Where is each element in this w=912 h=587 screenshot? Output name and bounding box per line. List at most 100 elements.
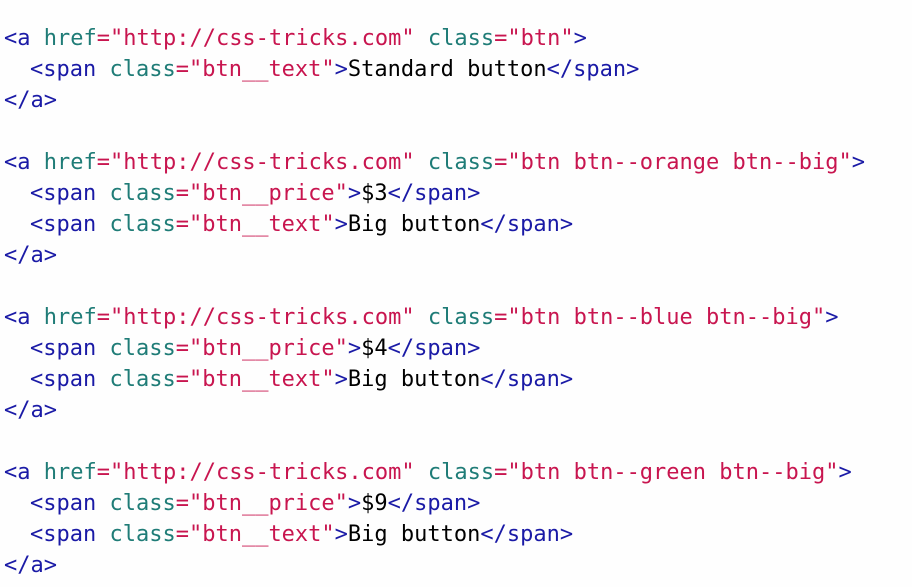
tag-close: </span> bbox=[480, 212, 574, 237]
tag-close: </span> bbox=[546, 57, 640, 82]
code-line: <span class="btn__text">Big button</span… bbox=[4, 364, 912, 395]
tag-open: <a bbox=[4, 26, 31, 51]
attribute-name: href bbox=[43, 460, 97, 485]
equals-sign: = bbox=[175, 212, 189, 237]
tag-close: </span> bbox=[387, 336, 481, 361]
attribute-name: class bbox=[109, 367, 176, 392]
attribute-name: class bbox=[109, 181, 176, 206]
attribute-name: class bbox=[109, 491, 176, 516]
text-content: $4 bbox=[361, 336, 388, 361]
tag-bracket: > bbox=[838, 460, 852, 485]
attribute-name: class bbox=[427, 305, 495, 330]
equals-sign: = bbox=[96, 150, 110, 175]
code-line: </a> bbox=[4, 240, 912, 271]
tag-open: <a bbox=[4, 460, 31, 485]
tag-close: </a> bbox=[4, 553, 57, 578]
code-line: </a> bbox=[4, 550, 912, 581]
code-line: <span class="btn__price">$9</span> bbox=[4, 488, 912, 519]
code-view: <a href="http://css-tricks.com" class="b… bbox=[0, 0, 912, 587]
text-content: $9 bbox=[361, 491, 388, 516]
code-line: <span class="btn__price">$4</span> bbox=[4, 333, 912, 364]
code-line: <a href="http://css-tricks.com" class="b… bbox=[4, 457, 912, 488]
equals-sign: = bbox=[175, 336, 189, 361]
tag-bracket: > bbox=[334, 57, 348, 82]
tag-open: <span bbox=[30, 212, 97, 237]
attribute-value: "btn btn--orange btn--big" bbox=[507, 150, 852, 175]
code-line: <span class="btn__price">$3</span> bbox=[4, 178, 912, 209]
tag-bracket: > bbox=[334, 367, 348, 392]
code-line: </a> bbox=[4, 85, 912, 116]
code-block: <a href="http://css-tricks.com" class="b… bbox=[4, 302, 912, 426]
code-line: <a href="http://css-tricks.com" class="b… bbox=[4, 147, 912, 178]
attribute-name: class bbox=[427, 150, 495, 175]
tag-bracket: > bbox=[334, 522, 348, 547]
equals-sign: = bbox=[494, 305, 508, 330]
attribute-value: "btn" bbox=[507, 26, 574, 51]
text-content: $3 bbox=[361, 181, 388, 206]
tag-close: </a> bbox=[4, 398, 57, 423]
attribute-value: "http://css-tricks.com" bbox=[109, 460, 415, 485]
attribute-value: "btn__price" bbox=[188, 336, 348, 361]
tag-close: </span> bbox=[480, 522, 574, 547]
equals-sign: = bbox=[494, 26, 508, 51]
equals-sign: = bbox=[175, 522, 189, 547]
tag-close: </span> bbox=[387, 491, 481, 516]
tag-bracket: > bbox=[347, 491, 362, 516]
attribute-name: class bbox=[109, 522, 176, 547]
attribute-name: class bbox=[427, 26, 495, 51]
tag-open: <span bbox=[30, 57, 97, 82]
text-content: Big button bbox=[347, 522, 481, 547]
attribute-name: class bbox=[427, 460, 495, 485]
attribute-value: "btn btn--green btn--big" bbox=[507, 460, 839, 485]
tag-bracket: > bbox=[334, 212, 348, 237]
attribute-name: class bbox=[109, 336, 176, 361]
code-block: <a href="http://css-tricks.com" class="b… bbox=[4, 457, 912, 581]
equals-sign: = bbox=[175, 491, 189, 516]
text-content: Big button bbox=[347, 212, 481, 237]
tag-close: </a> bbox=[4, 243, 57, 268]
attribute-value: "btn__text" bbox=[188, 57, 335, 82]
code-line: <a href="http://css-tricks.com" class="b… bbox=[4, 302, 912, 333]
attribute-value: "btn__text" bbox=[188, 212, 335, 237]
attribute-value: "btn__price" bbox=[188, 181, 348, 206]
tag-open: <span bbox=[30, 522, 97, 547]
attribute-name: href bbox=[43, 150, 97, 175]
code-block: <a href="http://css-tricks.com" class="b… bbox=[4, 23, 912, 116]
tag-open: <span bbox=[30, 367, 97, 392]
tag-bracket: > bbox=[825, 305, 839, 330]
tag-bracket: > bbox=[851, 150, 865, 175]
tag-open: <a bbox=[4, 150, 31, 175]
code-line: <span class="btn__text">Big button</span… bbox=[4, 519, 912, 550]
equals-sign: = bbox=[494, 460, 508, 485]
attribute-value: "btn__text" bbox=[188, 522, 335, 547]
attribute-value: "http://css-tricks.com" bbox=[109, 150, 415, 175]
text-content: Standard button bbox=[347, 57, 547, 82]
tag-bracket: > bbox=[347, 336, 362, 361]
attribute-name: href bbox=[43, 305, 97, 330]
equals-sign: = bbox=[175, 367, 189, 392]
equals-sign: = bbox=[96, 305, 110, 330]
code-line: <span class="btn__text">Standard button<… bbox=[4, 54, 912, 85]
tag-close: </span> bbox=[387, 181, 481, 206]
code-line: <a href="http://css-tricks.com" class="b… bbox=[4, 23, 912, 54]
attribute-name: class bbox=[109, 57, 176, 82]
tag-bracket: > bbox=[347, 181, 362, 206]
tag-open: <span bbox=[30, 181, 97, 206]
tag-open: <span bbox=[30, 491, 97, 516]
code-line: </a> bbox=[4, 395, 912, 426]
attribute-name: class bbox=[109, 212, 176, 237]
equals-sign: = bbox=[175, 181, 189, 206]
tag-open: <span bbox=[30, 336, 97, 361]
attribute-name: href bbox=[43, 26, 97, 51]
attribute-value: "btn btn--blue btn--big" bbox=[507, 305, 826, 330]
tag-close: </a> bbox=[4, 88, 57, 113]
equals-sign: = bbox=[494, 150, 508, 175]
tag-open: <a bbox=[4, 305, 31, 330]
attribute-value: "http://css-tricks.com" bbox=[109, 305, 415, 330]
equals-sign: = bbox=[96, 26, 110, 51]
code-line: <span class="btn__text">Big button</span… bbox=[4, 209, 912, 240]
tag-bracket: > bbox=[573, 26, 587, 51]
attribute-value: "btn__text" bbox=[188, 367, 335, 392]
equals-sign: = bbox=[96, 460, 110, 485]
code-block: <a href="http://css-tricks.com" class="b… bbox=[4, 147, 912, 271]
